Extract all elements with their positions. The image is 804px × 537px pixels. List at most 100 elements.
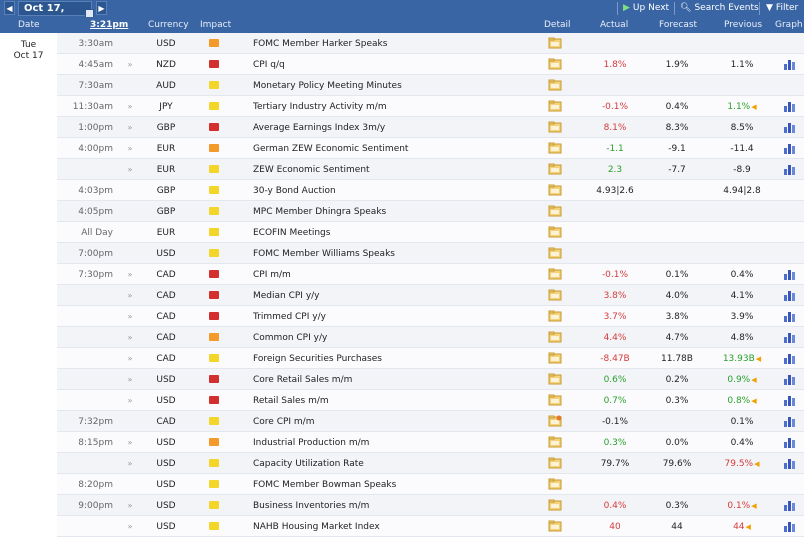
table-row[interactable]: » CAD Foreign Securities Purchases -8.47B 11… (57, 348, 804, 369)
event-title[interactable]: FOMC Member Harker Speaks (253, 39, 387, 49)
table-row[interactable]: » EUR ZEW Economic Sentiment 2.3 -7.7 -8.9 (57, 159, 804, 180)
folder-icon[interactable] (548, 352, 562, 364)
table-row[interactable]: All Day EUR ECOFIN Meetings (57, 222, 804, 243)
expand-arrow-icon[interactable]: » (125, 60, 135, 70)
table-row[interactable]: 7:00pm USD FOMC Member Williams Speaks (57, 243, 804, 264)
table-row[interactable]: » USD Retail Sales m/m 0.7% 0.3% 0.8%◀ (57, 390, 804, 411)
event-title[interactable]: CPI m/m (253, 270, 291, 280)
folder-icon[interactable] (548, 478, 562, 490)
event-title[interactable]: Common CPI y/y (253, 333, 327, 343)
expand-arrow-icon[interactable]: » (125, 501, 135, 511)
event-title[interactable]: Average Earnings Index 3m/y (253, 123, 385, 133)
folder-icon[interactable] (548, 289, 562, 301)
event-title[interactable]: CPI q/q (253, 60, 285, 70)
folder-icon[interactable] (548, 499, 562, 511)
event-title[interactable]: FOMC Member Williams Speaks (253, 249, 395, 259)
revised-icon[interactable]: ◀ (751, 376, 756, 384)
bar-chart-icon[interactable] (784, 58, 796, 70)
expand-arrow-icon[interactable]: » (125, 291, 135, 301)
folder-icon[interactable] (548, 247, 562, 259)
up-next-button[interactable]: ▶ Up Next (623, 0, 669, 17)
table-row[interactable]: 11:30am » JPY Tertiary Industry Activity m/… (57, 96, 804, 117)
event-title[interactable]: Core CPI m/m (253, 417, 314, 427)
prev-day-button[interactable]: ◀ (4, 1, 15, 15)
folder-icon[interactable] (548, 37, 562, 49)
folder-icon[interactable] (548, 520, 562, 532)
table-row[interactable]: 8:15pm » USD Industrial Production m/m 0.3% 0… (57, 432, 804, 453)
folder-icon[interactable] (548, 310, 562, 322)
table-row[interactable]: » USD Core Retail Sales m/m 0.6% 0.2% 0.9%◀ (57, 369, 804, 390)
bar-chart-icon[interactable] (784, 520, 796, 532)
folder-icon[interactable] (548, 436, 562, 448)
event-title[interactable]: Core Retail Sales m/m (253, 375, 352, 385)
header-time[interactable]: 3:21pm (90, 20, 128, 30)
expand-arrow-icon[interactable]: » (125, 354, 135, 364)
expand-arrow-icon[interactable]: » (125, 312, 135, 322)
table-row[interactable]: 4:45am » NZD CPI q/q 1.8% 1.9% 1.1% (57, 54, 804, 75)
event-title[interactable]: FOMC Member Bowman Speaks (253, 480, 396, 490)
bar-chart-icon[interactable] (784, 121, 796, 133)
bar-chart-icon[interactable] (784, 268, 796, 280)
event-title[interactable]: ECOFIN Meetings (253, 228, 330, 238)
folder-icon[interactable] (548, 184, 562, 196)
bar-chart-icon[interactable] (784, 163, 796, 175)
expand-arrow-icon[interactable]: » (125, 396, 135, 406)
revised-icon[interactable]: ◀ (754, 460, 759, 468)
expand-arrow-icon[interactable]: » (125, 438, 135, 448)
bar-chart-icon[interactable] (784, 394, 796, 406)
bar-chart-icon[interactable] (784, 415, 796, 427)
folder-icon[interactable] (548, 331, 562, 343)
event-title[interactable]: Tertiary Industry Activity m/m (253, 102, 387, 112)
event-title[interactable]: German ZEW Economic Sentiment (253, 144, 408, 154)
folder-icon[interactable] (548, 58, 562, 70)
table-row[interactable]: 4:00pm » EUR German ZEW Economic Sentiment -… (57, 138, 804, 159)
table-row[interactable]: » USD NAHB Housing Market Index 40 44 44◀ (57, 516, 804, 537)
bar-chart-icon[interactable] (784, 142, 796, 154)
event-title[interactable]: Median CPI y/y (253, 291, 320, 301)
filter-button[interactable]: ▼ Filter (766, 0, 798, 17)
bar-chart-icon[interactable] (784, 352, 796, 364)
search-events-button[interactable]: 🔍︎ Search Events (680, 0, 759, 17)
table-row[interactable]: » CAD Common CPI y/y 4.4% 4.7% 4.8% (57, 327, 804, 348)
table-row[interactable]: 8:20pm USD FOMC Member Bowman Speaks (57, 474, 804, 495)
expand-arrow-icon[interactable]: » (125, 522, 135, 532)
table-row[interactable]: 1:00pm » GBP Average Earnings Index 3m/y 8.1… (57, 117, 804, 138)
expand-arrow-icon[interactable]: » (125, 459, 135, 469)
event-title[interactable]: Foreign Securities Purchases (253, 354, 382, 364)
revised-icon[interactable]: ◀ (751, 103, 756, 111)
revised-icon[interactable]: ◀ (751, 397, 756, 405)
bar-chart-icon[interactable] (784, 331, 796, 343)
event-title[interactable]: ZEW Economic Sentiment (253, 165, 370, 175)
bar-chart-icon[interactable] (784, 373, 796, 385)
event-title[interactable]: Capacity Utilization Rate (253, 459, 364, 469)
bar-chart-icon[interactable] (784, 436, 796, 448)
bar-chart-icon[interactable] (784, 310, 796, 322)
table-row[interactable]: 7:30pm » CAD CPI m/m -0.1% 0.1% 0.4% (57, 264, 804, 285)
expand-arrow-icon[interactable]: » (125, 144, 135, 154)
revised-icon[interactable]: ◀ (746, 523, 751, 531)
folder-icon[interactable] (548, 100, 562, 112)
folder-icon[interactable] (548, 226, 562, 238)
bar-chart-icon[interactable] (784, 289, 796, 301)
expand-arrow-icon[interactable]: » (125, 270, 135, 280)
date-selector[interactable]: Oct 17, 2023 (18, 1, 94, 27)
event-title[interactable]: NAHB Housing Market Index (253, 522, 380, 532)
revised-icon[interactable]: ◀ (751, 502, 756, 510)
expand-arrow-icon[interactable]: » (125, 165, 135, 175)
folder-icon[interactable] (548, 142, 562, 154)
table-row[interactable]: » USD Capacity Utilization Rate 79.7% 79.6% 7… (57, 453, 804, 474)
table-row[interactable]: » CAD Trimmed CPI y/y 3.7% 3.8% 3.9% (57, 306, 804, 327)
folder-icon[interactable] (548, 79, 562, 91)
table-row[interactable]: 9:00pm » USD Business Inventories m/m 0.4% 0.… (57, 495, 804, 516)
table-row[interactable]: 4:03pm GBP 30-y Bond Auction 4.93|2.6 4.94|2… (57, 180, 804, 201)
event-title[interactable]: MPC Member Dhingra Speaks (253, 207, 386, 217)
folder-icon[interactable] (548, 205, 562, 217)
folder-icon[interactable] (548, 394, 562, 406)
table-row[interactable]: 7:30am AUD Monetary Policy Meeting Minutes (57, 75, 804, 96)
revised-icon[interactable]: ◀ (756, 355, 761, 363)
folder-icon[interactable] (548, 373, 562, 385)
table-row[interactable]: » CAD Median CPI y/y 3.8% 4.0% 4.1% (57, 285, 804, 306)
bar-chart-icon[interactable] (784, 100, 796, 112)
folder-icon[interactable] (548, 268, 562, 280)
event-title[interactable]: Monetary Policy Meeting Minutes (253, 81, 402, 91)
